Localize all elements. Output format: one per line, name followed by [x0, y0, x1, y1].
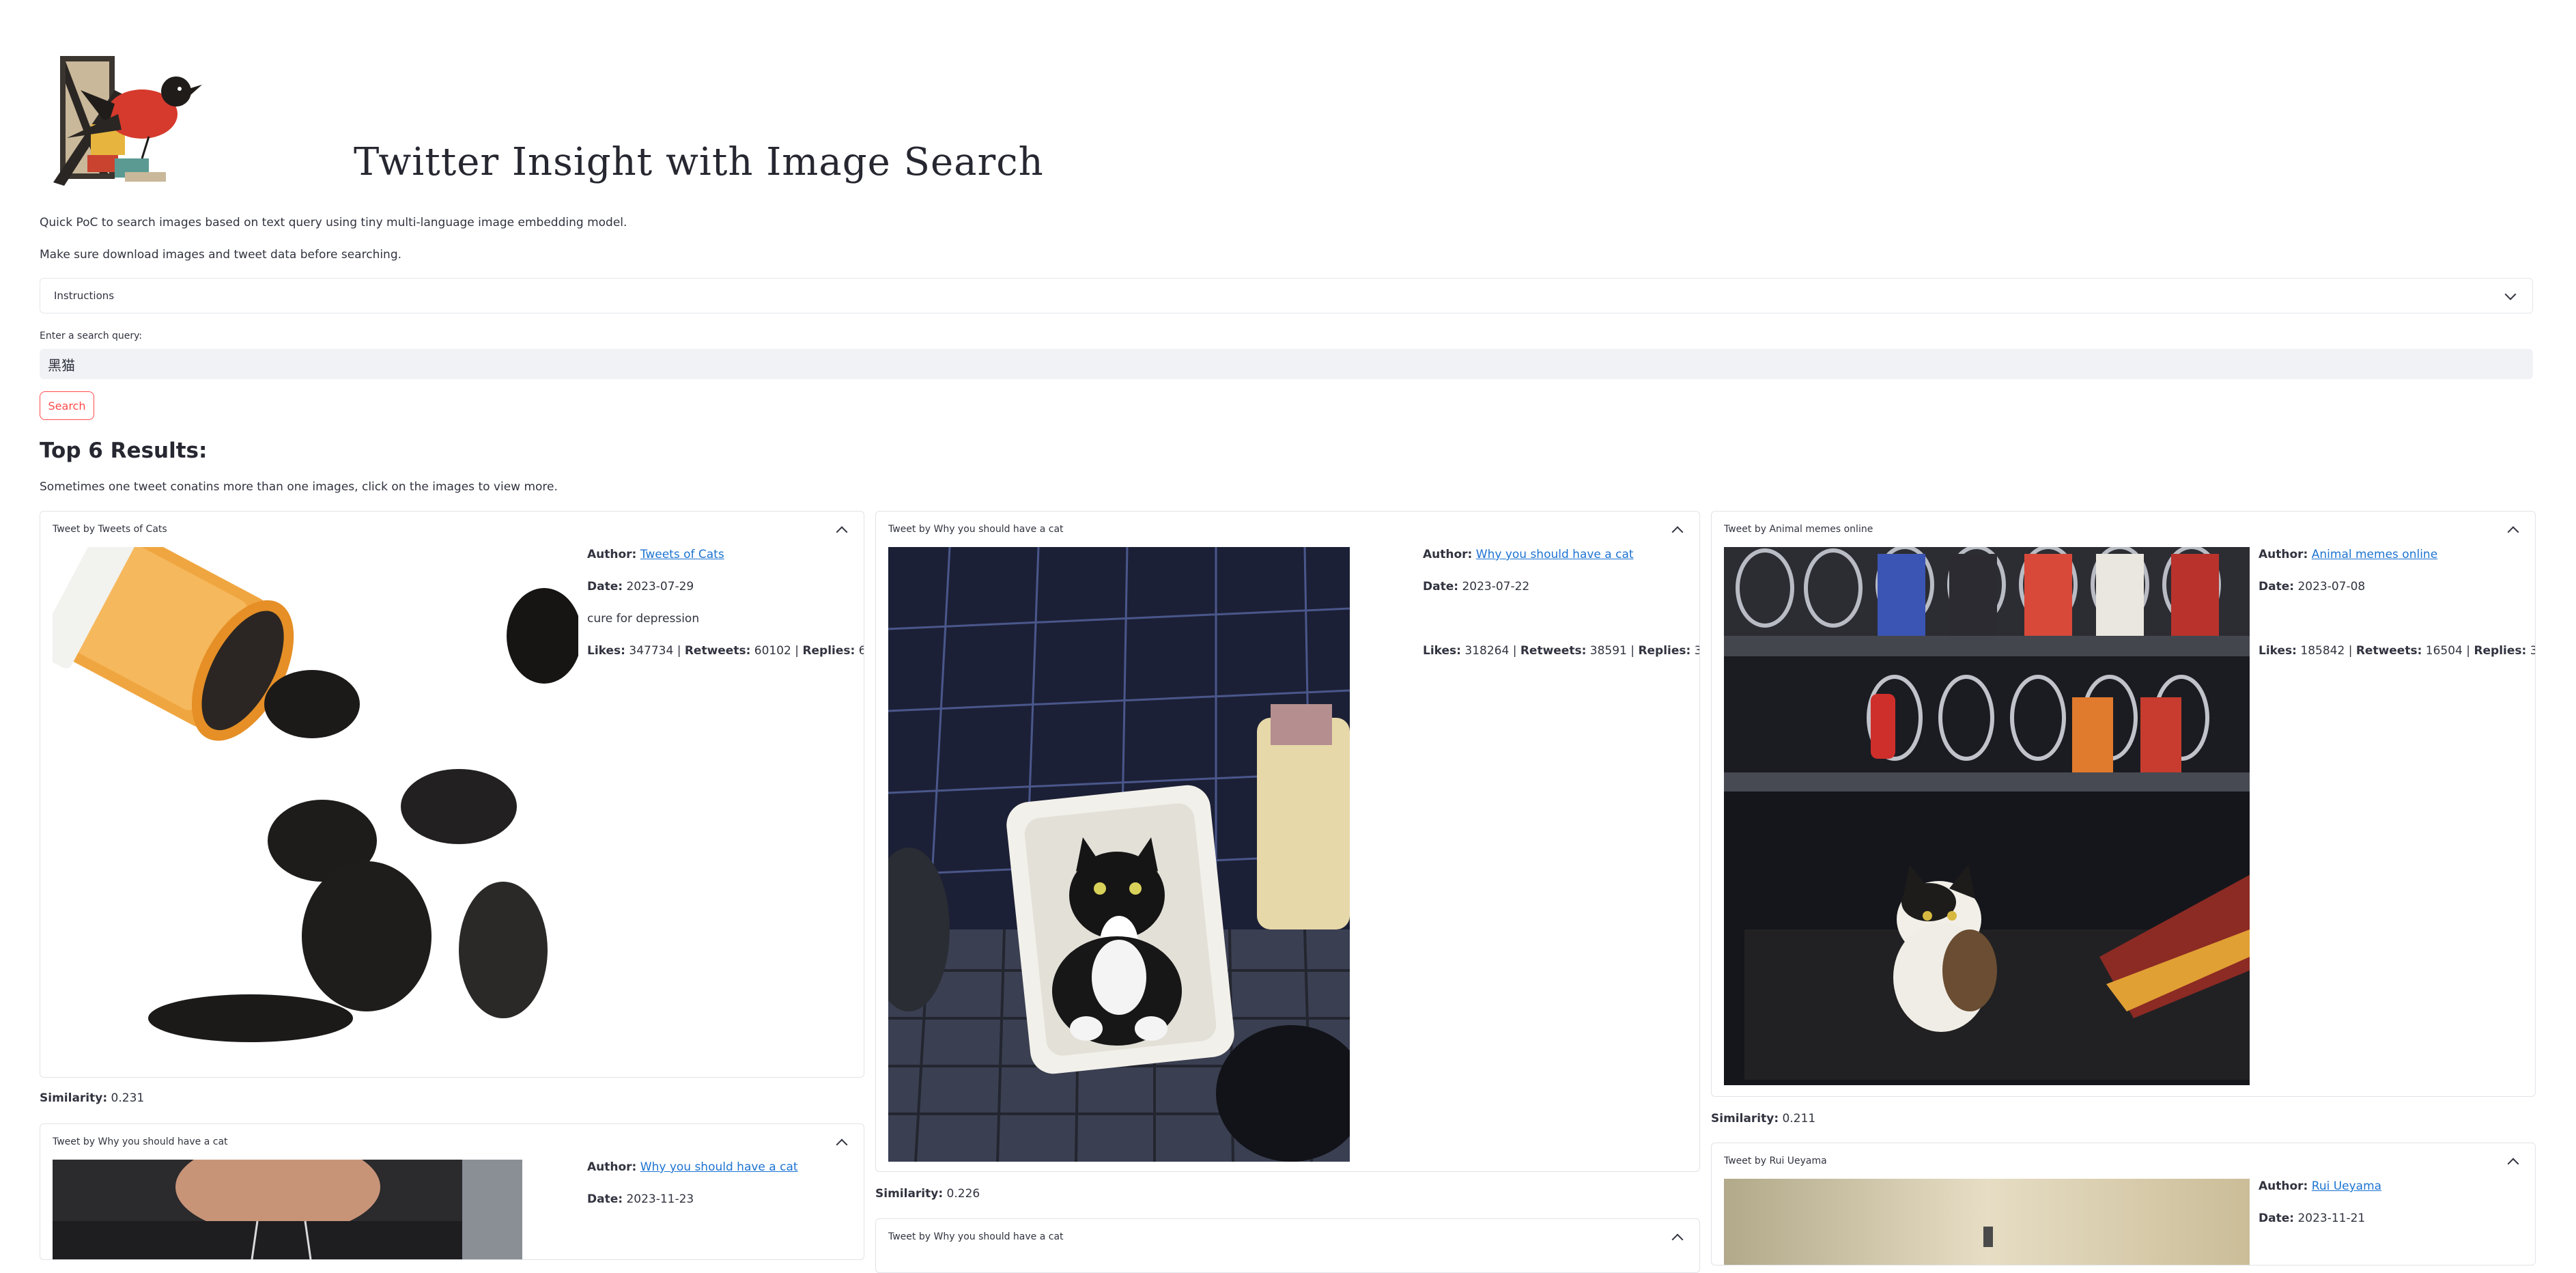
date-label: Date: [2259, 1212, 2295, 1225]
tweet-date: 2023-11-21 [2297, 1212, 2366, 1225]
author-label: Author: [587, 1160, 637, 1174]
instructions-label: Instructions [54, 290, 115, 302]
instructions-expander[interactable]: Instructions [40, 278, 2533, 313]
tweet-stats: Likes: 185842 | Retweets: 16504 | Replie… [2259, 644, 2535, 658]
author-label: Author: [2259, 1179, 2308, 1193]
tweet-card-header: Tweet by Tweets of Cats [53, 524, 167, 535]
description-text: Quick PoC to search images based on text… [40, 216, 627, 229]
tweet-date: 2023-11-23 [626, 1192, 694, 1206]
tweet-text: cure for depression [587, 612, 700, 626]
search-input-label: Enter a search query: [40, 331, 143, 341]
tweet-image[interactable] [1724, 1179, 2250, 1265]
similarity-score: Similarity: 0.211 [1711, 1112, 1816, 1125]
tweet-card-header: Tweet by Why you should have a cat [53, 1136, 228, 1147]
similarity-score: Similarity: 0.226 [875, 1187, 980, 1201]
tweet-card[interactable]: Tweet by Animal memes online Author: Ani… [1711, 511, 2536, 1097]
tweet-image[interactable] [53, 1160, 522, 1260]
tweet-card[interactable]: Tweet by Rui Ueyama Author: Rui Ueyama D… [1711, 1143, 2536, 1265]
description-text: Make sure download images and tweet data… [40, 248, 402, 262]
similarity-score: Similarity: 0.231 [40, 1091, 145, 1105]
results-note: Sometimes one tweet conatins more than o… [40, 480, 558, 494]
tweet-card[interactable]: Tweet by Why you should have a cat Autho… [40, 1123, 864, 1260]
tweet-card[interactable]: Tweet by Why you should have a cat [875, 1218, 1700, 1273]
author-link[interactable]: Animal memes online [2312, 548, 2437, 561]
tweet-date: 2023-07-29 [626, 580, 694, 593]
chevron-up-icon[interactable] [2507, 526, 2519, 538]
tweet-stats: Likes: 347734 | Retweets: 60102 | Replie… [587, 644, 864, 658]
chevron-up-icon[interactable] [836, 526, 848, 538]
tweet-card-header: Tweet by Rui Ueyama [1724, 1156, 1827, 1166]
author-link[interactable]: Why you should have a cat [1476, 548, 1634, 561]
bird-logo [53, 56, 202, 186]
author-link[interactable]: Why you should have a cat [640, 1160, 798, 1174]
search-button[interactable]: Search [40, 391, 94, 420]
tweet-card-header: Tweet by Why you should have a cat [888, 524, 1064, 535]
author-label: Author: [1423, 548, 1473, 561]
tweet-text [2259, 603, 2535, 635]
date-label: Date: [2259, 580, 2295, 593]
tweet-card[interactable]: Tweet by Why you should have a cat [875, 511, 1700, 1172]
tweet-card-header: Tweet by Why you should have a cat [888, 1231, 1064, 1242]
tweet-text [1423, 603, 1699, 635]
tweet-date: 2023-07-22 [1462, 580, 1530, 593]
chevron-up-icon[interactable] [1671, 526, 1684, 538]
tweet-stats: Likes: 318264 | Retweets: 38591 | Replie… [1423, 644, 1699, 658]
chevron-up-icon[interactable] [836, 1138, 848, 1151]
date-label: Date: [587, 1192, 623, 1206]
tweet-date: 2023-07-08 [2297, 580, 2366, 593]
search-input[interactable] [40, 349, 2533, 379]
tweet-card[interactable]: Tweet by Tweets of Cats Author: Tweets o… [40, 511, 864, 1078]
date-label: Date: [1423, 580, 1459, 593]
page-title: Twitter Insight with Image Search [354, 140, 1044, 184]
author-link[interactable]: Tweets of Cats [640, 548, 724, 561]
chevron-up-icon[interactable] [2507, 1158, 2519, 1170]
results-heading: Top 6 Results: [40, 438, 208, 463]
author-label: Author: [2259, 548, 2308, 561]
chevron-down-icon [2504, 288, 2517, 300]
author-label: Author: [587, 548, 637, 561]
tweet-card-header: Tweet by Animal memes online [1724, 524, 1873, 535]
tweet-image[interactable] [53, 547, 578, 1066]
tweet-image[interactable] [1724, 547, 2250, 1085]
chevron-up-icon[interactable] [1671, 1233, 1684, 1246]
tweet-image[interactable] [888, 547, 1350, 1162]
author-link[interactable]: Rui Ueyama [2312, 1179, 2381, 1193]
date-label: Date: [587, 580, 623, 593]
